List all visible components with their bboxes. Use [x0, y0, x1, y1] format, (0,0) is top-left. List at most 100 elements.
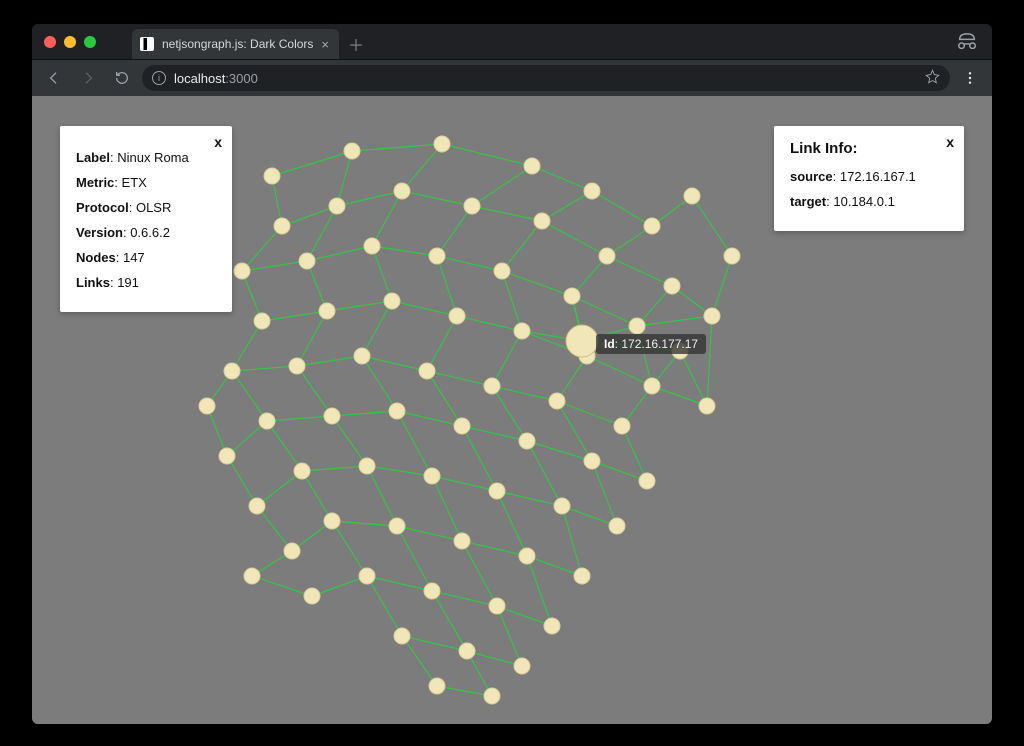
graph-node[interactable] [639, 473, 655, 489]
back-button[interactable] [40, 64, 68, 92]
graph-node[interactable] [424, 468, 440, 484]
graph-node[interactable] [554, 498, 570, 514]
graph-node[interactable] [724, 248, 740, 264]
graph-edge[interactable] [367, 466, 397, 526]
graph-node[interactable] [574, 568, 590, 584]
bookmark-star-icon[interactable] [925, 69, 940, 87]
graph-node[interactable] [484, 378, 500, 394]
graph-node[interactable] [459, 643, 475, 659]
graph-edge[interactable] [467, 651, 522, 666]
graph-edge[interactable] [252, 576, 312, 596]
graph-node[interactable] [364, 238, 380, 254]
graph-edge[interactable] [242, 226, 282, 271]
graph-edge[interactable] [562, 506, 582, 576]
graph-edge[interactable] [402, 636, 437, 686]
graph-edge[interactable] [307, 246, 372, 261]
graph-edge[interactable] [297, 311, 327, 366]
graph-edge[interactable] [297, 366, 332, 416]
graph-node[interactable] [644, 378, 660, 394]
graph-node[interactable] [324, 408, 340, 424]
forward-button[interactable] [74, 64, 102, 92]
graph-node[interactable] [609, 518, 625, 534]
graph-edge[interactable] [562, 506, 617, 526]
graph-edge[interactable] [427, 371, 462, 426]
graph-node[interactable] [534, 213, 550, 229]
graph-edge[interactable] [297, 356, 362, 366]
graph-edge[interactable] [497, 491, 562, 506]
graph-edge[interactable] [397, 526, 462, 541]
graph-node[interactable] [599, 248, 615, 264]
graph-edge[interactable] [587, 356, 652, 386]
graph-edge[interactable] [367, 576, 432, 591]
graph-edge[interactable] [542, 191, 592, 221]
graph-node[interactable] [419, 363, 435, 379]
graph-node[interactable] [566, 325, 598, 357]
close-panel-button[interactable]: x [946, 134, 954, 150]
graph-node[interactable] [644, 218, 660, 234]
graph-edge[interactable] [637, 326, 652, 386]
graph-node[interactable] [614, 418, 630, 434]
graph-edge[interactable] [367, 466, 432, 476]
graph-edge[interactable] [227, 456, 257, 506]
graph-node[interactable] [294, 463, 310, 479]
graph-node[interactable] [319, 303, 335, 319]
graph-edge[interactable] [402, 636, 467, 651]
graph-edge[interactable] [492, 331, 522, 386]
menu-button[interactable] [956, 64, 984, 92]
graph-edge[interactable] [402, 144, 442, 191]
graph-edge[interactable] [332, 521, 367, 576]
graph-node[interactable] [454, 533, 470, 549]
graph-node[interactable] [254, 313, 270, 329]
graph-edge[interactable] [392, 301, 457, 316]
graph-node[interactable] [494, 263, 510, 279]
graph-edge[interactable] [527, 556, 582, 576]
graph-edge[interactable] [592, 461, 617, 526]
graph-edge[interactable] [232, 366, 297, 371]
graph-edge[interactable] [312, 576, 367, 596]
graph-node[interactable] [464, 198, 480, 214]
graph-node[interactable] [699, 398, 715, 414]
graph-node[interactable] [344, 143, 360, 159]
graph-edge[interactable] [492, 386, 557, 401]
reload-button[interactable] [108, 64, 136, 92]
graph-edge[interactable] [397, 526, 432, 591]
graph-edge[interactable] [497, 606, 522, 666]
graph-node[interactable] [564, 288, 580, 304]
graph-edge[interactable] [432, 591, 497, 606]
graph-node[interactable] [584, 453, 600, 469]
graph-edge[interactable] [637, 316, 712, 326]
graph-node[interactable] [304, 588, 320, 604]
graph-edge[interactable] [257, 506, 292, 551]
graph-edge[interactable] [492, 386, 527, 441]
graph-node[interactable] [274, 218, 290, 234]
graph-edge[interactable] [242, 261, 307, 271]
graph-edge[interactable] [232, 321, 262, 371]
graph-node[interactable] [384, 293, 400, 309]
graph-edge[interactable] [327, 301, 392, 311]
graph-edge[interactable] [337, 151, 352, 206]
graph-node[interactable] [219, 448, 235, 464]
graph-node[interactable] [684, 188, 700, 204]
graph-edge[interactable] [437, 256, 457, 316]
graph-edge[interactable] [372, 246, 392, 301]
graph-node[interactable] [324, 513, 340, 529]
graph-edge[interactable] [462, 541, 497, 606]
graph-node[interactable] [514, 658, 530, 674]
graph-edge[interactable] [557, 401, 622, 426]
graph-node[interactable] [394, 628, 410, 644]
graph-edge[interactable] [437, 256, 502, 271]
graph-edge[interactable] [462, 426, 527, 441]
graph-node[interactable] [234, 263, 250, 279]
graph-edge[interactable] [532, 166, 592, 191]
graph-edge[interactable] [257, 471, 302, 506]
graph-node[interactable] [519, 548, 535, 564]
graph-node[interactable] [224, 363, 240, 379]
graph-edge[interactable] [472, 206, 542, 221]
graph-edge[interactable] [282, 206, 337, 226]
graph-node[interactable] [484, 688, 500, 704]
graph-edge[interactable] [472, 166, 532, 206]
graph-edge[interactable] [457, 316, 522, 331]
graph-node[interactable] [249, 498, 265, 514]
graph-node[interactable] [549, 393, 565, 409]
graph-node[interactable] [389, 518, 405, 534]
